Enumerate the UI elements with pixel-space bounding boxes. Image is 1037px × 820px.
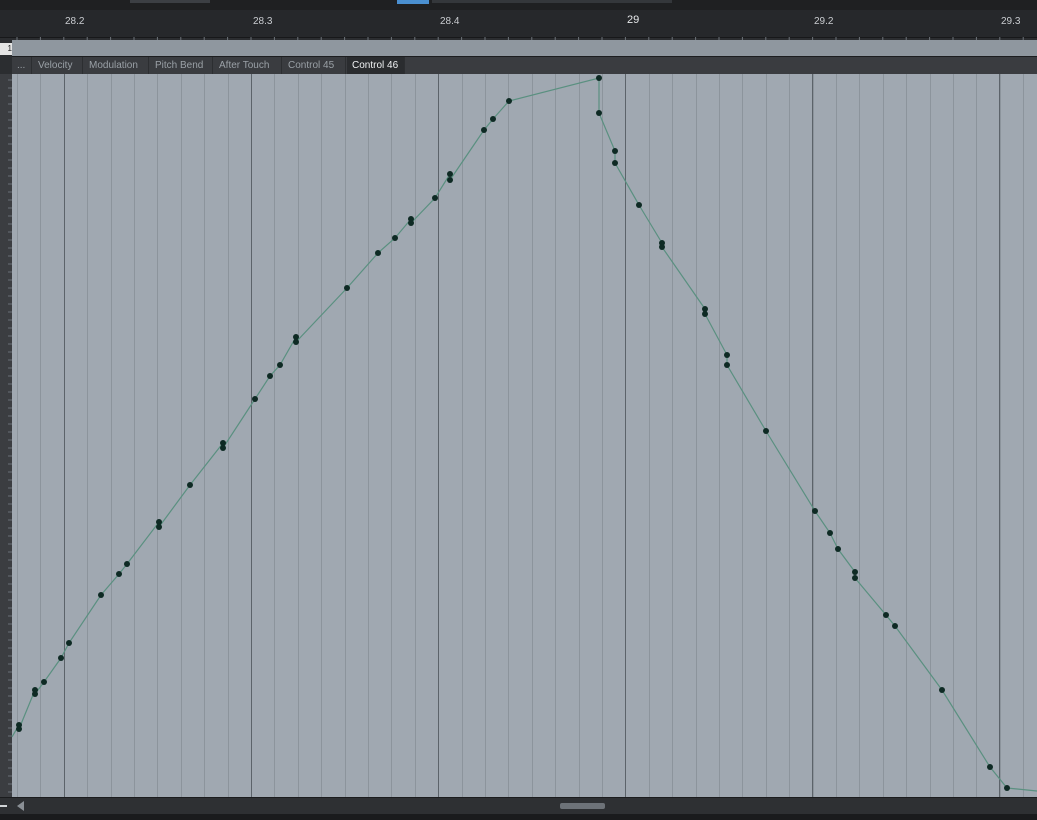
- automation-point[interactable]: [124, 561, 130, 567]
- lane-number: 1: [0, 43, 12, 55]
- tab-modulation[interactable]: Modulation: [84, 57, 149, 75]
- controller-tabs: ... Velocity Modulation Pitch Bend After…: [12, 56, 1037, 75]
- automation-point[interactable]: [252, 396, 258, 402]
- automation-point[interactable]: [116, 571, 122, 577]
- ruler-label: 28.3: [253, 16, 273, 27]
- ruler-label: 29.3: [1001, 16, 1021, 27]
- automation-point[interactable]: [596, 75, 602, 81]
- tab-after-touch[interactable]: After Touch: [214, 57, 282, 75]
- automation-point[interactable]: [763, 428, 769, 434]
- tab-control-45[interactable]: Control 45: [283, 57, 346, 75]
- automation-point[interactable]: [66, 640, 72, 646]
- automation-point[interactable]: [596, 110, 602, 116]
- ruler-label: 28.2: [65, 16, 85, 27]
- toolbar-segment: [130, 0, 210, 3]
- automation-point[interactable]: [375, 250, 381, 256]
- tab-pitch-bend[interactable]: Pitch Bend: [150, 57, 213, 75]
- automation-point[interactable]: [408, 220, 414, 226]
- automation-point[interactable]: [41, 679, 47, 685]
- timeline-ruler[interactable]: 28.2 28.3 28.4 29 29.2 29.3: [0, 10, 1037, 38]
- automation-point[interactable]: [98, 592, 104, 598]
- automation-point[interactable]: [612, 148, 618, 154]
- ruler-label-bar: 29: [627, 14, 640, 26]
- scrollbar-thumb[interactable]: [560, 803, 605, 809]
- toolbar-active-indicator[interactable]: [397, 0, 429, 4]
- note-strip: [12, 40, 1037, 56]
- value-scale-ticks: [8, 79, 12, 793]
- automation-point[interactable]: [883, 612, 889, 618]
- automation-point[interactable]: [481, 127, 487, 133]
- automation-point[interactable]: [724, 362, 730, 368]
- automation-point[interactable]: [835, 546, 841, 552]
- automation-editor[interactable]: [12, 74, 1037, 797]
- value-scale-gutter: [0, 74, 12, 797]
- automation-point[interactable]: [852, 575, 858, 581]
- tab-velocity[interactable]: Velocity: [33, 57, 83, 75]
- automation-point[interactable]: [447, 177, 453, 183]
- tab-more[interactable]: ...: [12, 57, 32, 75]
- automation-point[interactable]: [156, 524, 162, 530]
- zoom-out-icon[interactable]: [0, 805, 7, 807]
- automation-point[interactable]: [16, 726, 22, 732]
- automation-point[interactable]: [852, 569, 858, 575]
- horizontal-scrollbar[interactable]: [0, 797, 1037, 815]
- automation-point[interactable]: [267, 373, 273, 379]
- scroll-left-arrow-icon[interactable]: [17, 801, 24, 811]
- toolbar-segment: [432, 0, 672, 3]
- automation-canvas[interactable]: [12, 74, 1037, 797]
- top-toolbar: [0, 0, 1037, 10]
- automation-point[interactable]: [702, 311, 708, 317]
- ruler-label: 29.2: [814, 16, 834, 27]
- tab-control-46[interactable]: Control 46: [347, 57, 405, 75]
- automation-point[interactable]: [892, 623, 898, 629]
- automation-point[interactable]: [220, 445, 226, 451]
- automation-point[interactable]: [939, 687, 945, 693]
- automation-point[interactable]: [659, 244, 665, 250]
- automation-point[interactable]: [432, 195, 438, 201]
- automation-point[interactable]: [392, 235, 398, 241]
- automation-point[interactable]: [1004, 785, 1010, 791]
- automation-point[interactable]: [344, 285, 350, 291]
- automation-point[interactable]: [827, 530, 833, 536]
- automation-point[interactable]: [612, 160, 618, 166]
- automation-point[interactable]: [293, 339, 299, 345]
- automation-point[interactable]: [58, 655, 64, 661]
- automation-point[interactable]: [187, 482, 193, 488]
- automation-point[interactable]: [506, 98, 512, 104]
- automation-point[interactable]: [490, 116, 496, 122]
- automation-point[interactable]: [32, 691, 38, 697]
- footer-bar: [0, 814, 1037, 820]
- automation-point[interactable]: [987, 764, 993, 770]
- automation-point[interactable]: [724, 352, 730, 358]
- automation-point[interactable]: [277, 362, 283, 368]
- automation-point[interactable]: [812, 508, 818, 514]
- automation-point[interactable]: [447, 171, 453, 177]
- automation-point[interactable]: [636, 202, 642, 208]
- ruler-label: 28.4: [440, 16, 460, 27]
